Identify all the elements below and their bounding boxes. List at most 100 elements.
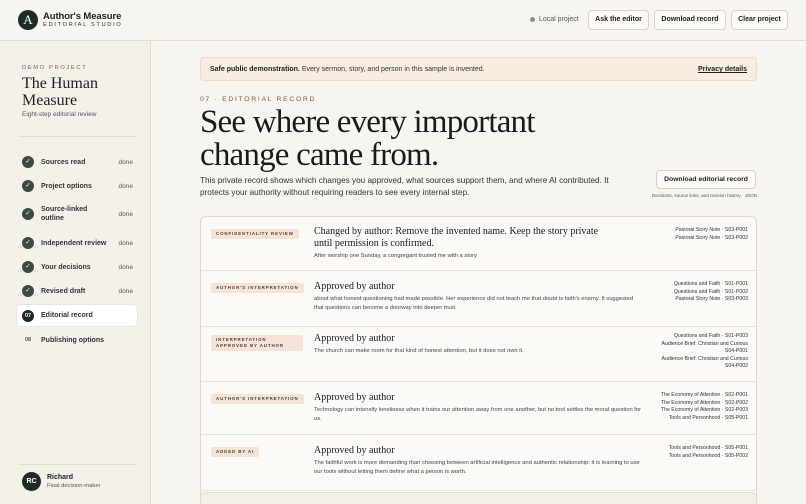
step-sources-read[interactable]: ✓ Sources read done [17, 156, 137, 168]
record-sources: Pastoral Story Note · S03-P001 Pastoral … [628, 227, 748, 242]
notice-body: Every sermon, story, and person in this … [301, 66, 485, 73]
source-ref[interactable]: Tools and Personhood · S05-P001 [608, 415, 748, 423]
step-publishing-options[interactable]: 08 Publishing options [17, 334, 137, 346]
avatar[interactable]: RC [22, 472, 41, 491]
source-ref[interactable]: Tools and Personhood · S05-P001 [628, 445, 748, 453]
record-tag: AUTHOR'S INTERPRETATION [211, 283, 304, 293]
source-ref[interactable]: The Economy of Attention · S02-P001 [608, 392, 748, 400]
record-tag: ADDED BY AI [211, 447, 260, 457]
record-sources: Questions and Faith · S01-P001 Questions… [628, 281, 748, 304]
step-label: Publishing options [41, 336, 104, 344]
source-ref[interactable]: S04-P002 [628, 363, 748, 371]
step-label: Sources read [41, 158, 86, 166]
demo-notice-banner: Safe public demonstration. Every sermon,… [200, 57, 757, 81]
section-eyebrow: 07 · EDITORIAL RECORD [200, 96, 317, 103]
step-source-linked-outline[interactable]: ✓ Source-linked outline done [17, 205, 137, 223]
step-label: Source-linked outline [41, 206, 88, 222]
step-label: Revised draft [41, 287, 86, 295]
record-description: Technology can intensify loneliness when… [314, 407, 642, 422]
brand-subtitle: EDITORIAL STUDIO [43, 22, 123, 28]
step-status: done [118, 287, 133, 295]
record-tag: CONFIDENTIALITY REVIEW [211, 229, 299, 239]
step-project-options[interactable]: ✓ Project options done [17, 180, 137, 192]
step-status: done [118, 239, 133, 247]
notice-text: Safe public demonstration. Every sermon,… [210, 66, 485, 73]
step-revised-draft[interactable]: ✓ Revised draft done [17, 285, 137, 297]
next-section-card [200, 492, 757, 504]
source-ref[interactable]: The Economy of Attention · S02-P002 [608, 400, 748, 408]
step-number: 07 [22, 309, 34, 322]
step-label: Your decisions [41, 263, 91, 271]
check-icon: ✓ [22, 237, 34, 249]
step-your-decisions[interactable]: ✓ Your decisions done [17, 261, 137, 273]
divider [18, 464, 136, 465]
project-subtitle: Eight-step editorial review [22, 111, 97, 118]
page-title: See where every important change came fr… [200, 104, 535, 173]
source-ref[interactable]: S04-P001 [628, 348, 748, 356]
clear-project-button[interactable]: Clear project [731, 10, 788, 30]
record-tag: INTERPRETATION APPROVED BY AUTHOR [211, 335, 303, 351]
record-row[interactable]: AUTHOR'S INTERPRETATION Approved by auth… [201, 382, 756, 435]
check-icon: ✓ [22, 208, 34, 220]
step-editorial-record[interactable]: 07 Editorial record [17, 305, 137, 326]
source-ref[interactable]: The Economy of Attention · S02-P003 [608, 407, 748, 415]
record-tag: AUTHOR'S INTERPRETATION [211, 394, 304, 404]
step-status: done [118, 182, 133, 190]
source-ref[interactable]: Questions and Faith · S01-P003 [628, 333, 748, 341]
divider [18, 136, 136, 137]
record-sources: The Economy of Attention · S02-P001 The … [608, 392, 748, 422]
step-independent-review[interactable]: ✓ Independent review done [17, 237, 137, 249]
download-record-button[interactable]: Download record [654, 10, 726, 30]
record-title: Approved by author [314, 281, 395, 292]
record-title: Approved by author [314, 445, 395, 456]
check-icon: ✓ [22, 180, 34, 192]
record-description: After worship one Sunday, a congregant t… [314, 253, 477, 259]
local-project-label: Local project [539, 16, 579, 23]
source-ref[interactable]: Questions and Faith · S01-P002 [628, 289, 748, 297]
source-ref[interactable]: Pastoral Story Note · S03-P003 [628, 296, 748, 304]
record-sources: Tools and Personhood · S05-P001 Tools an… [628, 445, 748, 460]
source-ref[interactable]: Audience Brief: Christian and Curious [628, 356, 748, 364]
brand-name: Author's Measure [43, 11, 122, 22]
record-row[interactable]: INTERPRETATION APPROVED BY AUTHOR Approv… [201, 327, 756, 382]
check-icon: ✓ [22, 156, 34, 168]
status-dot-icon [530, 17, 535, 22]
page-description: This private record shows which changes … [200, 176, 609, 197]
record-description: The faithful work is more demanding than… [314, 460, 640, 475]
record-description: about what honest questioning had made p… [314, 296, 634, 311]
step-status: done [118, 263, 133, 271]
check-icon: ✓ [22, 285, 34, 297]
step-status: done [118, 210, 133, 218]
step-label: Editorial record [41, 312, 93, 319]
step-label: Project options [41, 182, 92, 190]
record-description: The church can make room for that kind o… [314, 348, 524, 354]
privacy-details-link[interactable]: Privacy details [698, 66, 747, 73]
record-title: Changed by author: Remove the invented n… [314, 226, 599, 249]
ask-editor-button[interactable]: Ask the editor [588, 10, 649, 30]
step-status: done [118, 158, 133, 166]
logo: A [18, 10, 38, 30]
source-ref[interactable]: Tools and Personhood · S05-P002 [628, 453, 748, 461]
download-note: Decisions, source links, and revision hi… [651, 193, 757, 198]
user-role: Final decision-maker [47, 483, 101, 489]
record-row[interactable]: ADDED BY AI Approved by author The faith… [201, 435, 756, 491]
notice-bold: Safe public demonstration. [210, 66, 300, 73]
local-project-status: Local project [530, 16, 579, 23]
project-title: The Human Measure [22, 75, 98, 109]
demo-project-label: DEMO PROJECT [22, 65, 88, 71]
sidebar: DEMO PROJECT The Human Measure Eight-ste… [0, 41, 151, 504]
record-row[interactable]: AUTHOR'S INTERPRETATION Approved by auth… [201, 271, 756, 327]
source-ref[interactable]: Questions and Faith · S01-P001 [628, 281, 748, 289]
record-title: Approved by author [314, 392, 395, 403]
step-number: 08 [24, 337, 32, 343]
record-row[interactable]: CONFIDENTIALITY REVIEW Changed by author… [201, 217, 756, 271]
check-icon: ✓ [22, 261, 34, 273]
source-ref[interactable]: Audience Brief: Christian and Curious [628, 341, 748, 349]
download-editorial-record-button[interactable]: Download editorial record [656, 170, 756, 189]
step-label: Independent review [41, 239, 107, 247]
source-ref[interactable]: Pastoral Story Note · S03-P002 [628, 235, 748, 243]
record-sources: Questions and Faith · S01-P003 Audience … [628, 333, 748, 371]
editorial-record-list: CONFIDENTIALITY REVIEW Changed by author… [200, 216, 757, 504]
source-ref[interactable]: Pastoral Story Note · S03-P001 [628, 227, 748, 235]
user-name: Richard [47, 474, 74, 481]
